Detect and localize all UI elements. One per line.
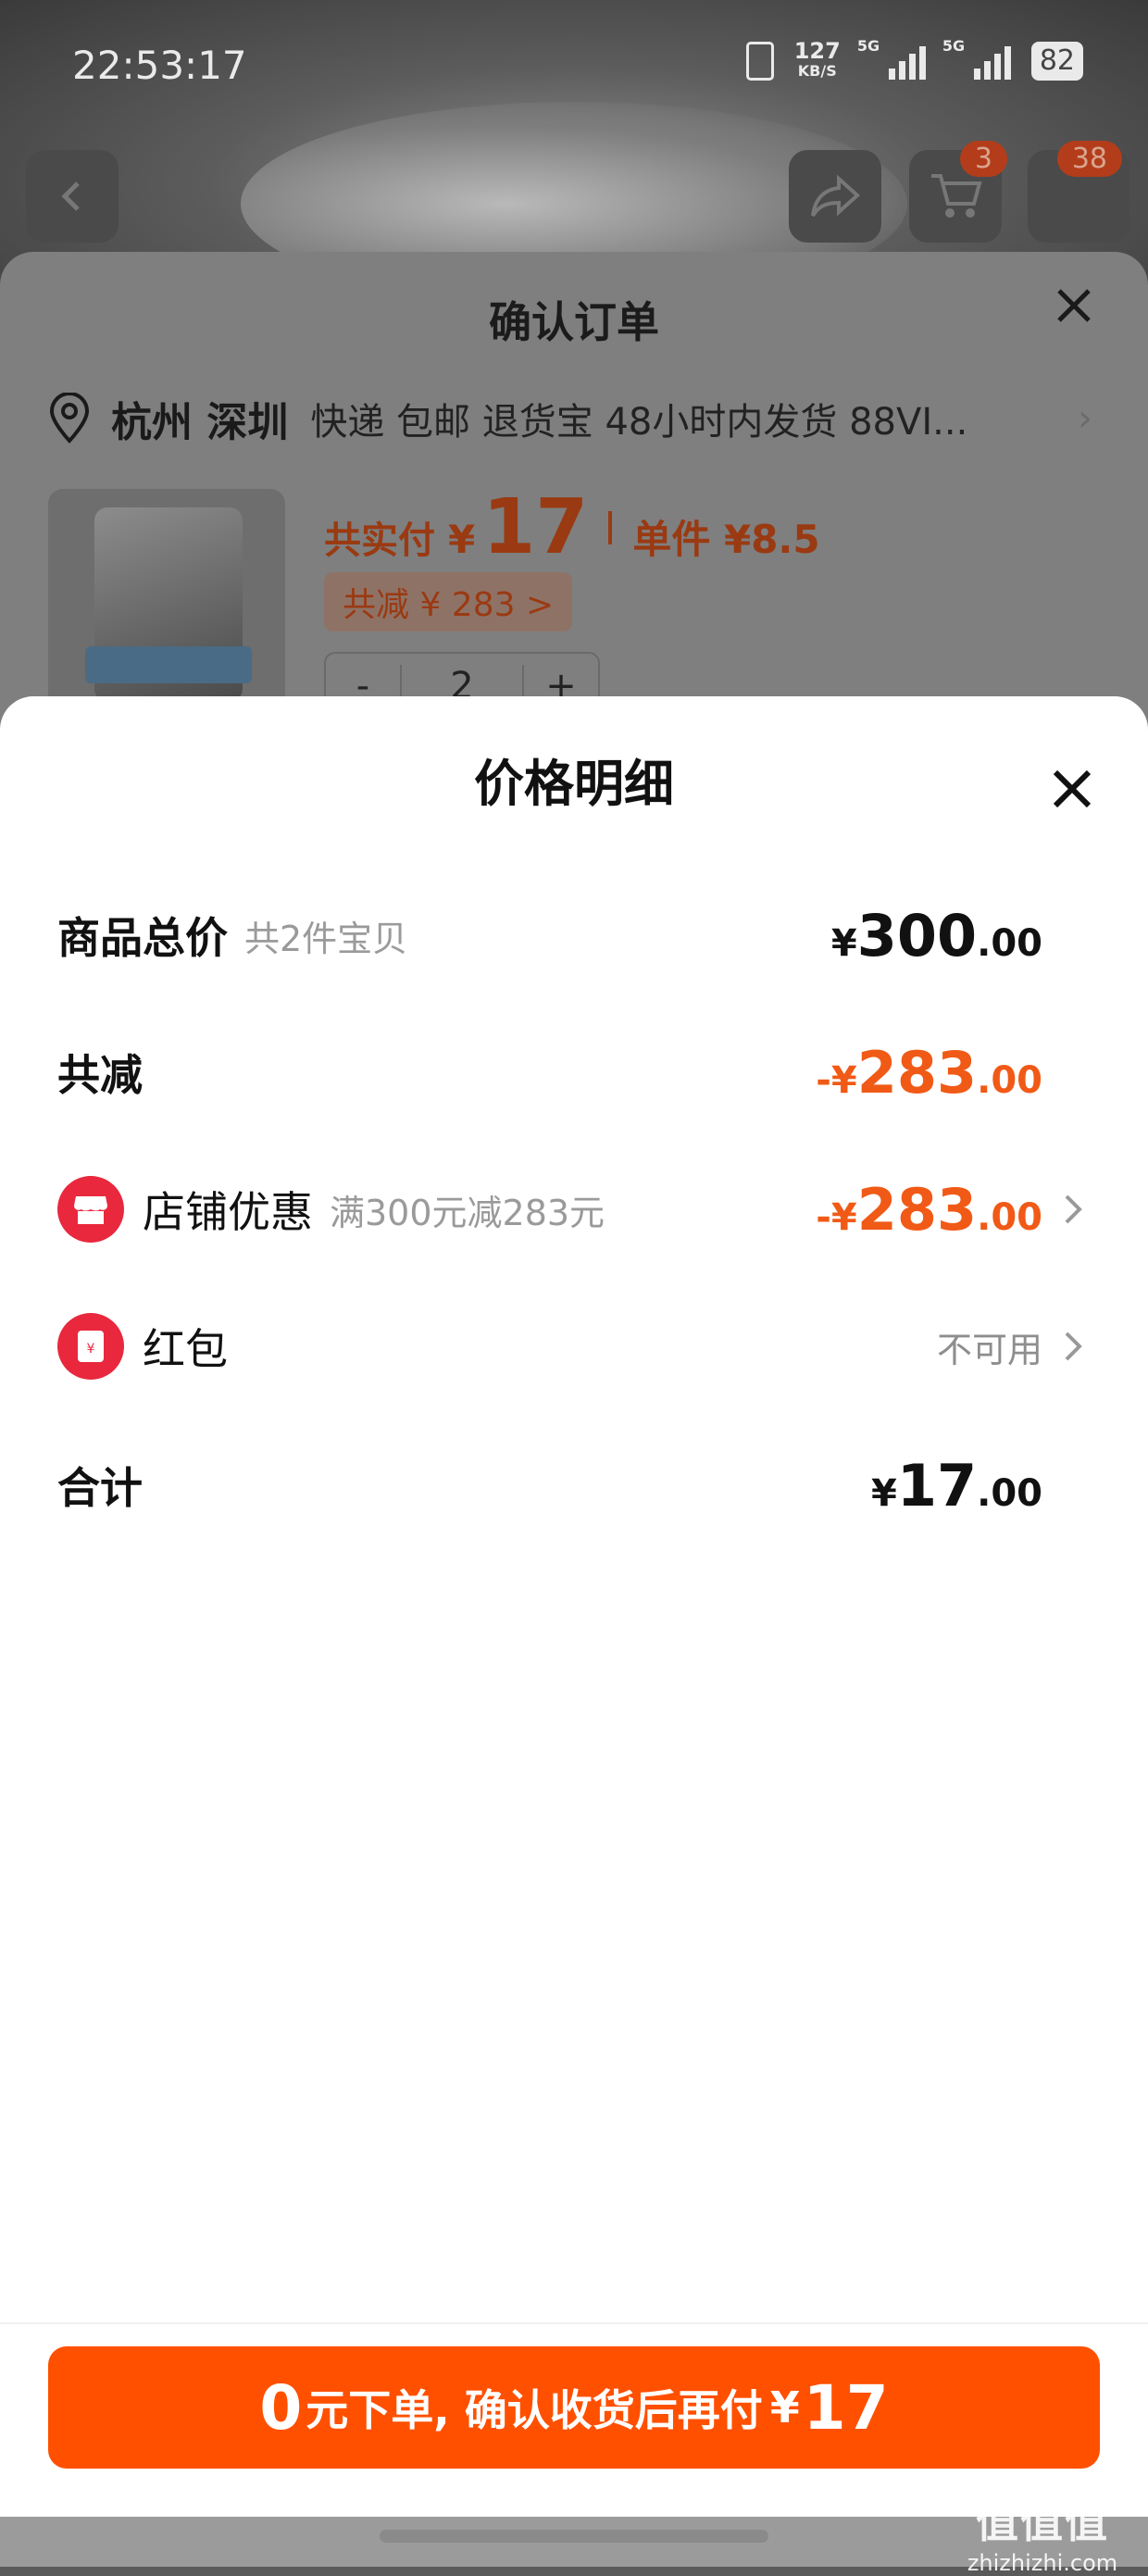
place-order-button[interactable]: 0 元下单, 确认收货后再付 ¥ 17 — [48, 2346, 1100, 2469]
total-reduce-pill[interactable]: 共减 ¥ 283 > — [324, 572, 573, 631]
share-icon — [811, 174, 860, 218]
actual-pay-line: 共实付 ¥ 17 单件 ¥8.5 — [324, 483, 820, 571]
total-reduce-row: 共减 - ¥283.00 — [57, 1038, 1042, 1107]
location-pin-icon — [49, 393, 90, 444]
close-icon[interactable] — [1044, 761, 1100, 817]
cart-badge: 3 — [959, 141, 1007, 177]
sheet-title: 价格明细 — [474, 755, 674, 813]
share-button[interactable] — [789, 150, 881, 243]
message-button[interactable]: 38 — [1028, 141, 1129, 243]
back-icon — [61, 181, 80, 211]
red-packet-status: 不可用 — [936, 1329, 1042, 1370]
signal-icon: 5G — [857, 37, 926, 80]
home-indicator[interactable] — [380, 2530, 768, 2543]
chevron-right-icon — [1065, 1332, 1082, 1361]
watermark: 值值值 zhizhizhi.com — [967, 2497, 1118, 2576]
status-bar: 22:53:17 127 KB/S 5G 5G 82 — [0, 0, 1148, 139]
status-icons: 127 KB/S 5G 5G 82 — [745, 37, 1083, 81]
grand-total-amount: ¥17.00 — [871, 1451, 1042, 1519]
grand-total-row: 合计 ¥17.00 — [57, 1451, 1042, 1519]
product-thumbnail — [48, 489, 285, 720]
cart-icon — [931, 174, 982, 218]
cart-button[interactable]: 3 — [909, 141, 1007, 243]
svg-text:¥: ¥ — [87, 1342, 95, 1357]
store-icon — [57, 1176, 124, 1243]
goods-total-row: 商品总价 共2件宝贝 ¥300.00 — [57, 901, 1042, 969]
chevron-right-icon: › — [1078, 397, 1092, 440]
vibrate-icon — [745, 42, 774, 81]
address-city: 杭州 深圳 — [111, 399, 289, 446]
back-button[interactable] — [26, 150, 119, 243]
goods-total-amount: ¥300.00 — [830, 901, 1042, 969]
unit-price: 单件 ¥8.5 — [632, 517, 820, 562]
price-detail-sheet: 价格明细 商品总价 共2件宝贝 ¥300.00 共减 - ¥283.00 店铺优惠… — [0, 696, 1148, 2567]
delivery-info: 快递 包邮 退货宝 48小时内发货 88VI... — [310, 401, 968, 444]
red-packet-row[interactable]: ¥ 红包 不可用 — [57, 1309, 1091, 1383]
red-packet-icon: ¥ — [57, 1313, 124, 1380]
message-badge: 38 — [1056, 141, 1122, 177]
store-discount-amount: - ¥283.00 — [816, 1175, 1042, 1244]
signal-icon: 5G — [942, 37, 1011, 80]
close-icon[interactable] — [1046, 278, 1102, 333]
store-discount-row[interactable]: 店铺优惠 满300元减283元 - ¥283.00 — [57, 1172, 1091, 1246]
battery-icon: 82 — [1030, 42, 1083, 81]
network-speed: 127 KB/S — [793, 38, 841, 80]
status-time: 22:53:17 — [72, 43, 247, 88]
total-reduce-amount: - ¥283.00 — [816, 1038, 1042, 1107]
chevron-right-icon — [1065, 1194, 1082, 1224]
address-row[interactable]: 杭州 深圳 快递 包邮 退货宝 48小时内发货 88VI... › — [46, 391, 1092, 446]
order-title: 确认订单 — [489, 297, 659, 347]
